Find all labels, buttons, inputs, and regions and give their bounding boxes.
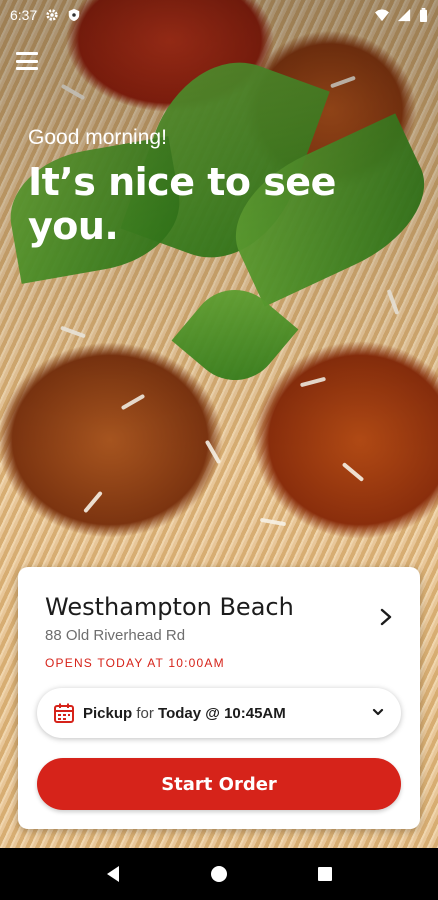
location-card: Westhampton Beach 88 Old Riverhead Rd OP… xyxy=(18,567,420,829)
signal-icon xyxy=(397,8,411,22)
pickup-time: Today @ 10:45AM xyxy=(158,704,286,722)
back-icon[interactable] xyxy=(102,863,124,885)
greeting-text: Good morning! xyxy=(28,126,167,149)
chevron-down-icon xyxy=(372,708,384,716)
navigation-bar xyxy=(0,848,438,900)
pickup-time-selector[interactable]: Pickup for Today @ 10:45AM xyxy=(37,688,401,738)
opening-hours-text: OPENS TODAY AT 10:00AM xyxy=(45,656,225,670)
gear-icon xyxy=(46,9,58,21)
status-bar: 6:37 xyxy=(0,0,438,30)
start-order-button[interactable]: Start Order xyxy=(37,758,401,810)
shield-icon xyxy=(69,8,80,22)
location-name[interactable]: Westhampton Beach xyxy=(45,593,294,621)
wifi-icon xyxy=(375,9,389,22)
hamburger-menu-icon[interactable] xyxy=(16,52,38,70)
recents-icon[interactable] xyxy=(314,863,336,885)
battery-icon xyxy=(420,8,427,22)
page-headline: It’s nice to see you. xyxy=(28,160,336,248)
pickup-mode: Pickup xyxy=(83,704,133,722)
pickup-summary: Pickup for Today @ 10:45AM xyxy=(83,705,286,722)
status-time: 6:37 xyxy=(10,7,38,23)
location-address: 88 Old Riverhead Rd xyxy=(45,627,186,644)
chevron-right-icon[interactable] xyxy=(376,607,396,627)
home-icon[interactable] xyxy=(208,863,230,885)
calendar-icon xyxy=(54,703,74,723)
pickup-connector: for xyxy=(136,704,154,722)
